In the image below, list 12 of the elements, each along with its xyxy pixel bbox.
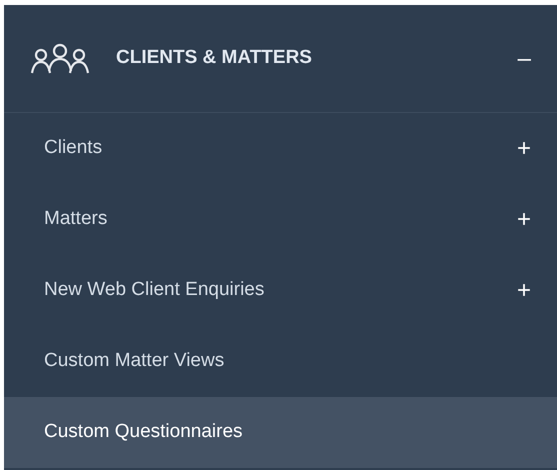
- menu-item[interactable]: New Web Client Enquiries +: [4, 255, 557, 326]
- collapse-toggle[interactable]: –: [518, 40, 531, 76]
- section-header[interactable]: CLIENTS & MATTERS –: [4, 5, 557, 113]
- menu-item[interactable]: Matters +: [4, 184, 557, 255]
- section-title: CLIENTS & MATTERS: [116, 46, 313, 70]
- menu-item[interactable]: Clients +: [4, 113, 557, 184]
- expand-toggle[interactable]: +: [516, 130, 531, 166]
- expand-toggle[interactable]: +: [516, 272, 531, 308]
- expand-toggle[interactable]: +: [516, 202, 531, 238]
- menu-item[interactable]: Custom Matter Views: [4, 326, 557, 397]
- people-icon: [30, 42, 90, 74]
- menu-item[interactable]: Custom Questionnaires: [4, 397, 557, 468]
